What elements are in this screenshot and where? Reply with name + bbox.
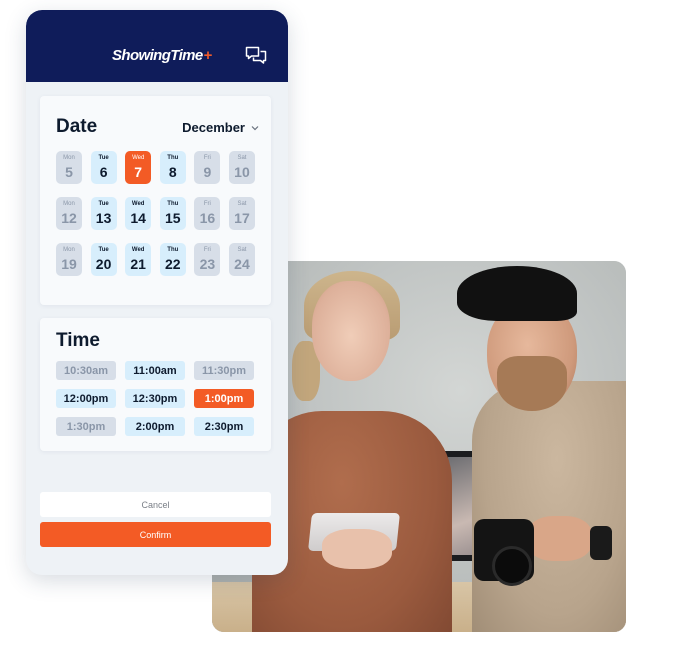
day-number: 16 [199,210,216,226]
day-of-week: Tue [98,201,109,207]
time-slot: 1:30pm [56,417,116,436]
day-tile[interactable]: Tue 13 [90,197,117,230]
day-of-week: Tue [98,155,109,161]
day-tile: Fri 9 [194,151,221,184]
day-tile: Fri 23 [194,243,221,276]
day-of-week: Thu [167,247,179,253]
day-number: 17 [234,210,250,226]
day-of-week: Sat [237,201,247,207]
day-tile: Sat 10 [228,151,255,184]
time-slot: 10:30am [56,361,116,380]
day-tile-selected[interactable]: Wed 7 [125,151,152,184]
day-tile[interactable]: Thu 8 [159,151,186,184]
day-number: 15 [164,210,181,226]
day-of-week: Mon [63,155,75,161]
time-slot: 11:30pm [194,361,254,380]
day-of-week: Tue [98,247,109,253]
day-tile: Mon 12 [56,197,82,230]
day-number: 21 [130,256,146,272]
day-number: 23 [199,256,216,272]
photo-man-hands [527,516,592,561]
day-number: 22 [164,256,181,272]
day-of-week: Wed [131,247,145,253]
day-of-week: Mon [63,201,75,207]
day-number: 9 [203,164,212,180]
day-number: 5 [65,164,73,180]
time-slot[interactable]: 2:30pm [194,417,254,436]
day-tile: Sat 24 [228,243,255,276]
day-of-week: Sat [237,247,247,253]
day-number: 24 [234,256,250,272]
showingtime-logo: ShowingTime+ [112,47,212,64]
month-label: December [182,120,245,135]
time-slot[interactable]: 12:30pm [125,389,185,408]
photo-woman-hands [322,529,392,569]
day-number: 6 [99,164,108,180]
day-number: 10 [234,164,250,180]
cancel-button[interactable]: Cancel [40,492,271,517]
day-number: 14 [130,210,146,226]
day-tile: Sat 17 [228,197,255,230]
day-tile[interactable]: Tue 20 [90,243,117,276]
time-slot[interactable]: 2:00pm [125,417,185,436]
photo-man-beard [497,356,567,411]
day-number: 8 [168,164,177,180]
photo-woman-face [312,281,390,381]
chevron-down-icon [251,125,259,130]
photo-man-cap [457,266,577,321]
day-of-week: Fri [203,247,211,253]
logo-plus: + [203,47,213,64]
time-section: Time 10:30am 11:00am 11:30pm 12:00pm 12:30pm… [40,318,271,451]
photo-watch [590,526,612,560]
day-tile: Mon 5 [56,151,82,184]
day-of-week: Sat [237,155,247,161]
day-of-week: Wed [132,155,145,161]
day-number: 20 [95,256,112,272]
day-number: 19 [61,256,77,272]
month-dropdown[interactable]: December [182,120,259,135]
day-number: 12 [61,210,77,226]
day-tile[interactable]: Thu 22 [159,243,186,276]
time-slot-selected[interactable]: 1:00pm [194,389,254,408]
day-tile: Mon 19 [56,243,82,276]
time-slot[interactable]: 11:00am [125,361,185,380]
day-of-week: Fri [203,201,211,207]
photo-man-shirt [472,381,626,632]
day-of-week: Thu [167,155,179,161]
chat-bubbles-icon[interactable] [245,46,267,66]
time-slot[interactable]: 12:00pm [56,389,116,408]
day-of-week: Thu [167,201,179,207]
date-title: Date [56,116,98,137]
day-of-week: Fri [203,155,211,161]
time-title: Time [56,330,101,351]
day-number: 7 [134,164,143,180]
day-tile[interactable]: Wed 14 [125,197,152,230]
logo-text: ShowingTime [112,47,203,64]
time-slot-grid: 10:30am 11:00am 11:30pm 12:00pm 12:30pm 1:00p… [56,361,254,436]
day-tile[interactable]: Thu 15 [159,197,186,230]
day-of-week: Mon [63,247,75,253]
app-header: ShowingTime+ [26,10,288,82]
day-number: 13 [95,210,112,226]
day-tile[interactable]: Tue 6 [90,151,117,184]
day-tile: Fri 16 [194,197,221,230]
day-grid: Mon 5 Tue 6 Wed 7 Thu 8 Fri 9 Sat 10 Mon 12 Tue 13 Wed 14… [56,151,255,276]
date-section: Date December Mon 5 Tue 6 Wed 7 Thu 8 Fri 9 Sat 10 M… [40,96,271,305]
scheduler-phone-card: ShowingTime+ Date December Mon 5 Tue 6 Wed 7 T… [26,10,288,575]
confirm-button[interactable]: Confirm [40,522,271,547]
photo-camera-lens [492,546,532,586]
day-of-week: Wed [131,201,145,207]
day-tile[interactable]: Wed 21 [125,243,152,276]
